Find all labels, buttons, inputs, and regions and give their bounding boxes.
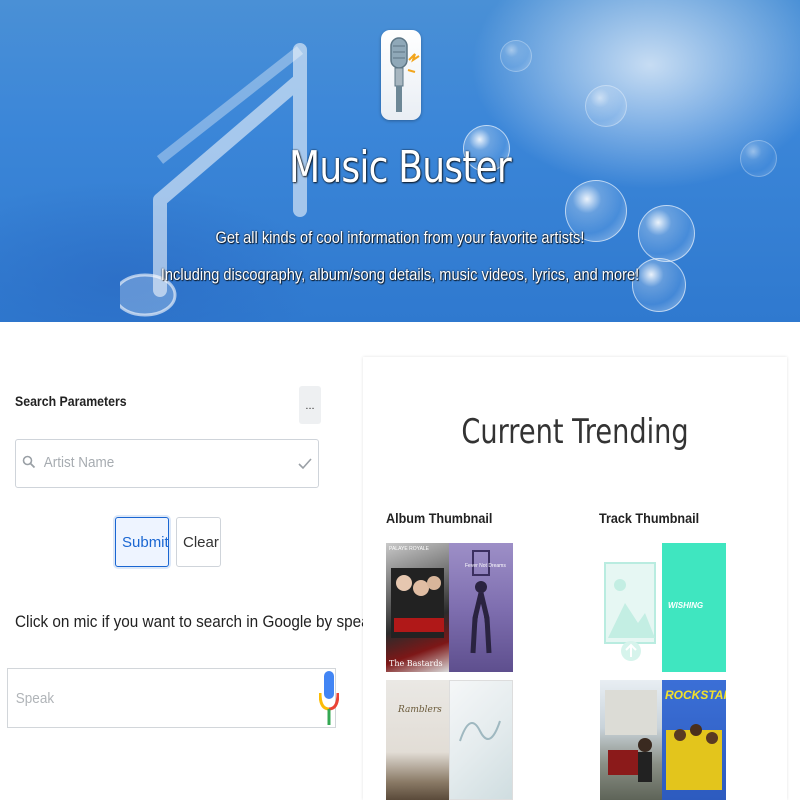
more-options-button[interactable]: ... <box>299 386 321 424</box>
microphone-logo-icon <box>381 30 421 120</box>
track-thumbnail[interactable]: ROCKSTAR <box>662 680 726 800</box>
bubble-decoration <box>500 40 532 72</box>
bubble-decoration <box>585 85 627 127</box>
track-cover-text: WISHING <box>668 601 704 610</box>
album-thumbnail[interactable]: Ramblers <box>386 680 449 800</box>
album-cover-text: Fever Not Dreams <box>465 563 506 569</box>
trending-card: Current Trending Album Thumbnail Track T… <box>363 357 787 800</box>
app-title: Music Buster <box>289 142 512 193</box>
track-thumbnail[interactable]: WISHING <box>662 543 726 672</box>
album-thumbnail[interactable]: PALAYE ROYALE The Bastards <box>386 543 449 672</box>
image-placeholder-icon <box>604 562 656 661</box>
track-thumbnail-heading: Track Thumbnail <box>599 510 700 526</box>
album-cover-text: Ramblers <box>398 705 442 715</box>
submit-button[interactable]: Submit <box>115 517 169 567</box>
trending-title: Current Trending <box>461 412 689 452</box>
search-parameters-label: Search Parameters <box>15 393 127 409</box>
artist-name-field[interactable] <box>15 439 319 488</box>
track-thumbnail-placeholder[interactable] <box>600 543 662 672</box>
clear-button[interactable]: Clear <box>176 517 221 567</box>
speak-field[interactable] <box>7 668 340 728</box>
album-thumbnail[interactable]: Fever Not Dreams <box>449 543 513 672</box>
album-cover-text: PALAYE ROYALE <box>389 546 430 552</box>
hero-banner: Music Buster Get all kinds of cool infor… <box>0 0 800 322</box>
album-cover-text: The Bastards <box>389 659 443 668</box>
search-icon <box>22 455 36 474</box>
check-icon <box>298 457 312 475</box>
voice-search-instruction: Click on mic if you want to search in Go… <box>15 612 402 631</box>
bubble-decoration <box>740 140 777 177</box>
google-mic-icon[interactable] <box>318 669 340 732</box>
hero-subtitle-line2: Including discography, album/song detail… <box>160 265 640 284</box>
artist-name-input[interactable] <box>42 453 271 472</box>
track-cover-text: ROCKSTAR <box>665 688 726 702</box>
track-thumbnail[interactable] <box>600 680 662 800</box>
speak-input[interactable] <box>14 689 270 708</box>
hero-subtitle-line1: Get all kinds of cool information from y… <box>215 228 585 247</box>
album-thumbnail[interactable] <box>449 680 513 800</box>
album-thumbnail-heading: Album Thumbnail <box>386 510 493 526</box>
